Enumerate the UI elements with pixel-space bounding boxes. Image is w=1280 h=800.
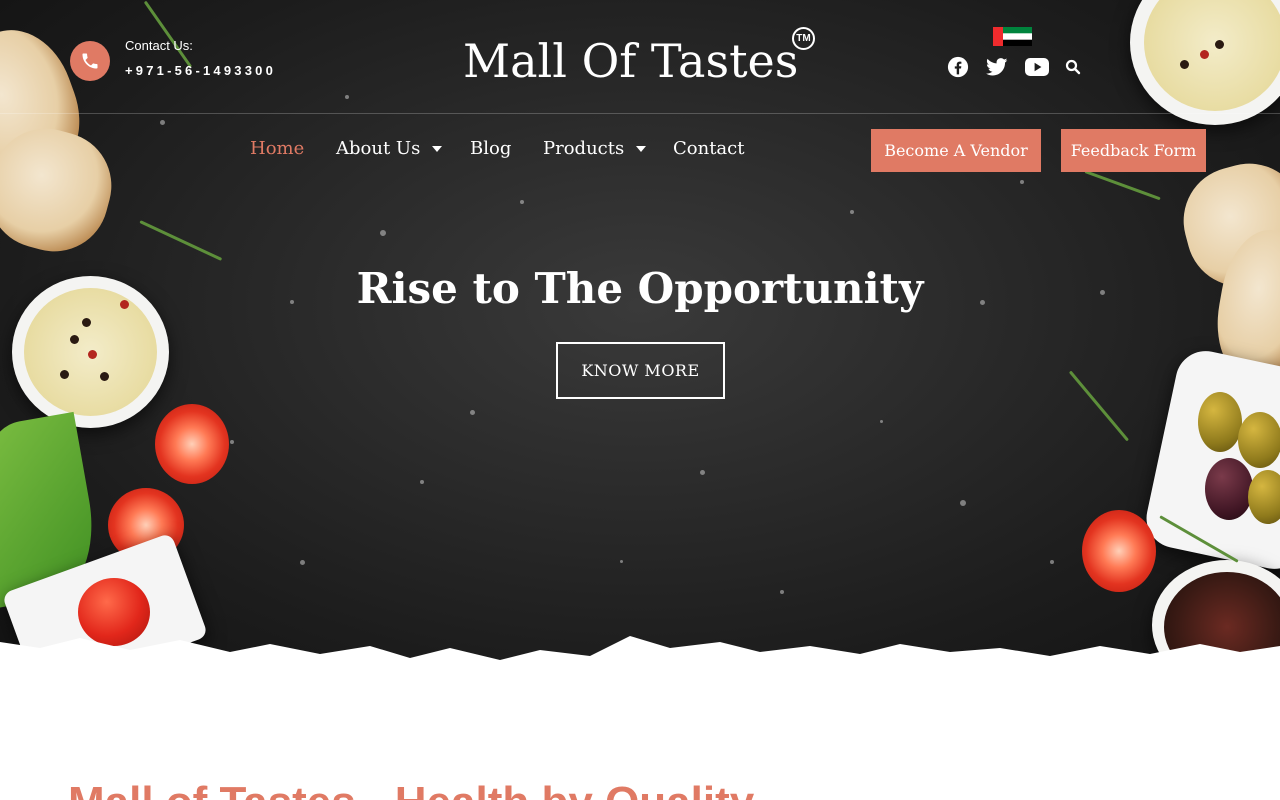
peppercorn	[1215, 40, 1224, 49]
rosemary-sprig	[1084, 170, 1161, 201]
hero-title: Rise to The Opportunity	[356, 264, 924, 313]
caret-down-icon	[432, 145, 443, 152]
rosemary-sprig	[1068, 370, 1129, 442]
torn-paper-edge	[0, 636, 1280, 690]
kalamata-olive	[1205, 458, 1253, 520]
nav-home-label: Home	[250, 138, 305, 159]
green-olive	[1198, 392, 1242, 452]
salt-speck	[850, 210, 854, 214]
uae-flag-icon[interactable]	[993, 27, 1032, 46]
salt-speck	[1020, 180, 1024, 184]
salt-speck	[230, 440, 234, 444]
feedback-form-button[interactable]: Feedback Form	[1061, 129, 1206, 172]
salt-speck	[300, 560, 305, 565]
salt-speck	[880, 420, 883, 423]
site-logo[interactable]: Mall Of Tastes	[463, 34, 798, 88]
green-olive	[1248, 470, 1280, 524]
become-vendor-button[interactable]: Become A Vendor	[871, 129, 1041, 172]
peppercorn	[60, 370, 69, 379]
facebook-icon[interactable]	[946, 56, 970, 78]
salt-speck	[420, 480, 424, 484]
tomato-half-image	[1082, 510, 1156, 592]
peppercorn	[1180, 60, 1189, 69]
caret-down-icon	[636, 145, 647, 152]
phone-icon[interactable]	[70, 41, 110, 81]
salt-speck	[160, 120, 165, 125]
contact-label: Contact Us:	[125, 38, 193, 53]
nav-contact[interactable]: Contact	[673, 138, 744, 159]
section-heading: Mall of Tastes - Health by Quality	[68, 778, 754, 800]
salt-speck	[620, 560, 623, 563]
header-divider	[0, 113, 1280, 114]
peppercorn	[100, 372, 109, 381]
salt-speck	[380, 230, 386, 236]
green-olive	[1238, 412, 1280, 468]
trademark-mark: TM	[792, 27, 815, 50]
rosemary-sprig	[143, 0, 193, 68]
youtube-icon[interactable]	[1025, 56, 1049, 78]
hero-section	[0, 0, 1280, 680]
oil-bowl-image	[1130, 0, 1280, 125]
salt-speck	[700, 470, 705, 475]
peppercorn	[88, 350, 97, 359]
tomato-half-image	[155, 404, 229, 484]
salt-speck	[780, 590, 784, 594]
salt-speck	[960, 500, 966, 506]
nav-blog[interactable]: Blog	[470, 138, 511, 159]
salt-speck	[1050, 560, 1054, 564]
salt-speck	[470, 410, 475, 415]
know-more-button[interactable]: KNOW MORE	[556, 342, 725, 399]
peppercorn	[70, 335, 79, 344]
search-icon[interactable]	[1061, 56, 1085, 78]
nav-home[interactable]: Home	[250, 138, 304, 159]
contact-phone-link[interactable]: +971-56-1493300	[125, 63, 276, 78]
twitter-icon[interactable]	[985, 56, 1009, 78]
nav-products[interactable]: Products	[543, 138, 647, 159]
nav-about-us[interactable]: About Us	[336, 138, 443, 159]
peppercorn	[1200, 50, 1209, 59]
nav-blog-label: Blog	[470, 138, 512, 159]
salt-speck	[345, 95, 349, 99]
bread-slice-image	[0, 116, 124, 264]
peppercorn	[82, 318, 91, 327]
salt-speck	[520, 200, 524, 204]
rosemary-sprig	[139, 220, 223, 261]
nav-products-label: Products	[543, 138, 625, 159]
nav-contact-label: Contact	[673, 138, 745, 159]
nav-about-us-label: About Us	[336, 138, 421, 159]
